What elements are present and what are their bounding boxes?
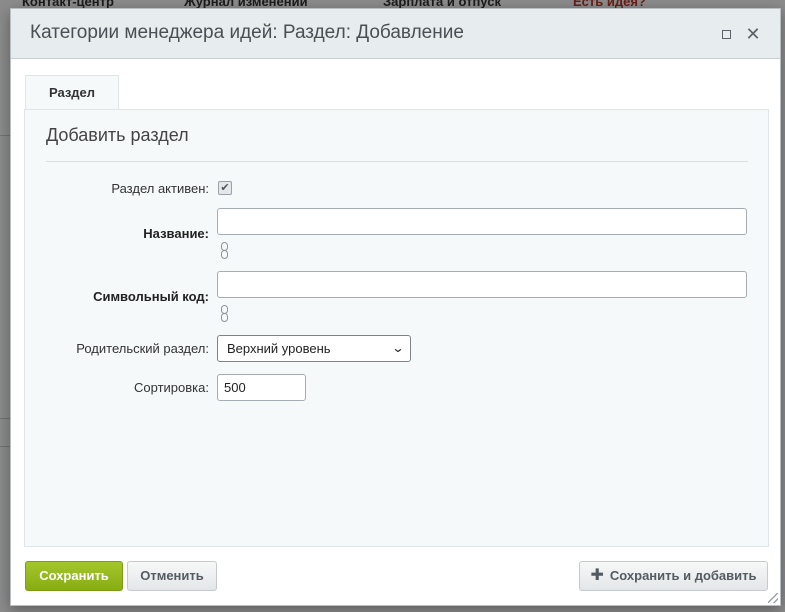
tab-panel: Добавить раздел Раздел активен: ✔ Назван… (24, 109, 769, 547)
save-button[interactable]: Сохранить (25, 561, 123, 591)
sort-label: Сортировка: (134, 380, 209, 395)
close-button[interactable]: ✕ (744, 25, 762, 43)
plus-icon: ✚ (590, 567, 604, 584)
name-label: Название: (143, 226, 209, 241)
tab-section[interactable]: Раздел (25, 75, 119, 110)
section-divider (46, 161, 748, 162)
active-label: Раздел активен: (111, 181, 209, 196)
name-input[interactable] (217, 208, 747, 235)
dialog-title: Категории менеджера идей: Раздел: Добавл… (30, 22, 464, 43)
parent-section-value: Верхний уровень (227, 341, 331, 356)
resize-handle[interactable] (768, 593, 778, 603)
section-title: Добавить раздел (46, 125, 189, 145)
chevron-down-icon: ⌄ (391, 341, 405, 355)
cancel-button[interactable]: Отменить (127, 561, 217, 591)
dialog-titlebar: Категории менеджера идей: Раздел: Добавл… (11, 9, 780, 59)
save-and-add-label: Сохранить и добавить (609, 568, 757, 583)
save-and-add-button[interactable]: ✚ Сохранить и добавить (579, 561, 768, 591)
close-icon: ✕ (745, 24, 761, 44)
link-icon[interactable] (220, 242, 229, 261)
maximize-button[interactable] (717, 25, 735, 43)
parent-label: Родительский раздел: (76, 341, 209, 356)
active-checkbox[interactable]: ✔ (218, 181, 232, 195)
link-icon[interactable] (220, 305, 229, 324)
checkmark-icon: ✔ (220, 181, 230, 194)
code-input[interactable] (217, 271, 747, 298)
parent-section-select[interactable]: Верхний уровень ⌄ (217, 335, 411, 362)
sort-input[interactable]: 500 (217, 374, 306, 401)
maximize-icon (721, 29, 731, 39)
add-section-dialog: Категории менеджера идей: Раздел: Добавл… (10, 8, 781, 606)
code-label: Символьный код: (93, 289, 209, 304)
